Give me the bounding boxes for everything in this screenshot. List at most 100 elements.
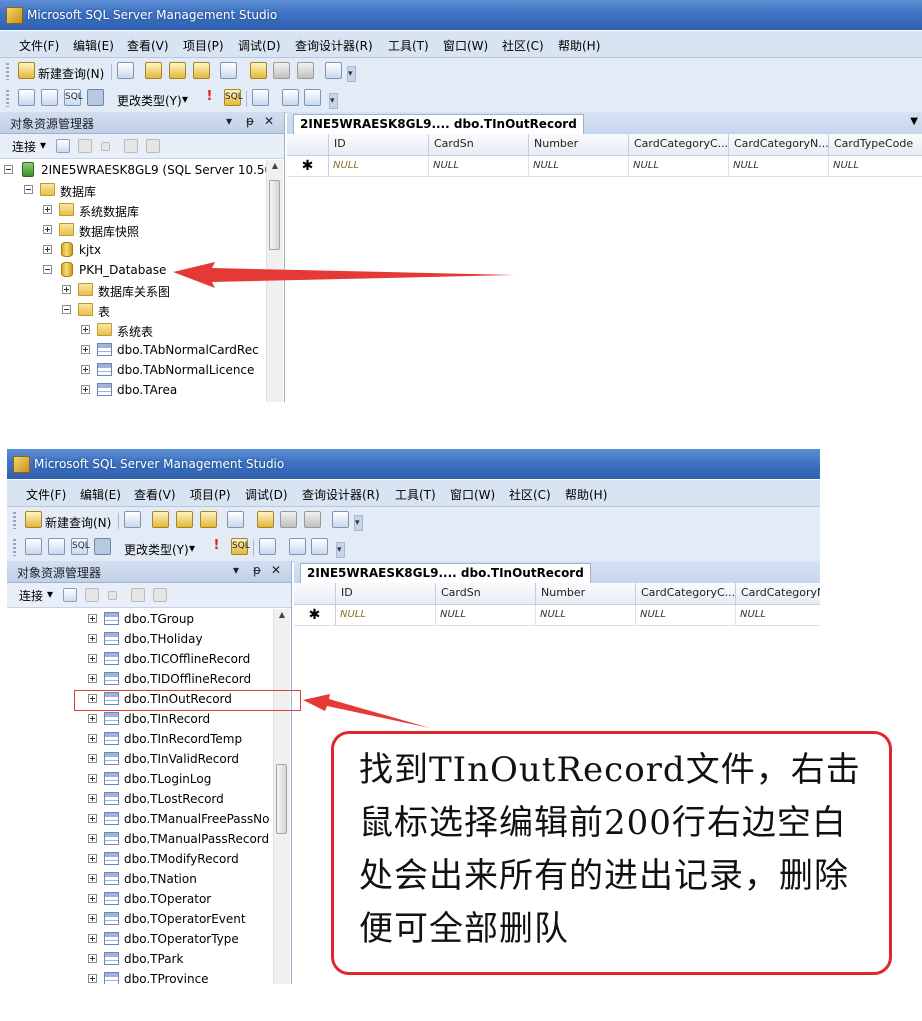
- expand-toggle[interactable]: [88, 914, 97, 923]
- scroll-up-arrow-icon[interactable]: ▲: [267, 161, 283, 170]
- tree-node-table[interactable]: dbo.TNation: [7, 869, 273, 889]
- activity-monitor-icon[interactable]: [325, 62, 342, 79]
- tree-node-table[interactable]: dbo.TManualFreePassNo: [7, 809, 273, 829]
- tree-node-kjtx[interactable]: kjtx: [0, 240, 266, 260]
- toolbar-overflow-button[interactable]: [354, 515, 363, 531]
- verify-sql-icon[interactable]: SQL: [231, 538, 250, 555]
- connect-dropdown-arrow[interactable]: ▾: [40, 138, 46, 152]
- tab-tinoutrecord[interactable]: 2INE5WRAESK8GL9.... dbo.TInOutRecord: [293, 114, 584, 135]
- expand-toggle[interactable]: [81, 385, 90, 394]
- scroll-up-arrow-icon[interactable]: ▲: [274, 610, 290, 619]
- toolbar-overflow-button[interactable]: [347, 66, 356, 82]
- expand-toggle[interactable]: [88, 894, 97, 903]
- new-query-button[interactable]: 新建查询(N): [38, 65, 104, 82]
- collapse-toggle[interactable]: [43, 265, 52, 274]
- show-sql-pane-icon[interactable]: SQL: [71, 538, 90, 555]
- menu-query-designer[interactable]: 查询设计器(R): [295, 37, 373, 54]
- disconnect-icon[interactable]: [78, 139, 92, 153]
- scrollbar-thumb[interactable]: [276, 764, 287, 834]
- connect-object-explorer-icon[interactable]: [56, 139, 70, 153]
- refresh-icon[interactable]: [153, 588, 167, 602]
- column-header-id[interactable]: ID: [329, 134, 429, 155]
- tab-tinoutrecord[interactable]: 2INE5WRAESK8GL9.... dbo.TInOutRecord: [300, 563, 591, 584]
- menu-debug[interactable]: 调试(D): [238, 37, 281, 54]
- tree-node-database-snapshots[interactable]: 数据库快照: [0, 220, 266, 240]
- tree-node-table[interactable]: dbo.TGroup: [7, 609, 273, 629]
- stop-icon[interactable]: [101, 142, 110, 151]
- tree-node-tables[interactable]: 表: [0, 300, 266, 320]
- open-file-icon[interactable]: [257, 511, 274, 528]
- column-header-cardcategoryn[interactable]: CardCategoryN...: [729, 134, 829, 155]
- connect-object-explorer-icon[interactable]: [63, 588, 77, 602]
- tree-node-table[interactable]: dbo.TICOfflineRecord: [7, 649, 273, 669]
- column-header-cardcategoryc[interactable]: CardCategoryC...: [636, 583, 736, 604]
- expand-toggle[interactable]: [88, 674, 97, 683]
- expand-toggle[interactable]: [81, 345, 90, 354]
- analysis-query-icon[interactable]: [152, 511, 169, 528]
- menu-tools[interactable]: 工具(T): [395, 486, 436, 503]
- activity-monitor-icon[interactable]: [332, 511, 349, 528]
- add-table-icon[interactable]: [282, 89, 299, 106]
- menu-community[interactable]: 社区(C): [502, 37, 544, 54]
- null-cell[interactable]: NULL: [436, 605, 536, 625]
- group-by-icon[interactable]: [259, 538, 276, 555]
- tab-list-dropdown-icon[interactable]: ▼: [910, 116, 918, 127]
- execute-icon[interactable]: !: [201, 89, 218, 106]
- menu-query-designer[interactable]: 查询设计器(R): [302, 486, 380, 503]
- pane-dropdown-icon[interactable]: ▾: [226, 114, 232, 128]
- expand-toggle[interactable]: [81, 365, 90, 374]
- menu-project[interactable]: 项目(P): [190, 486, 231, 503]
- analysis-query-icon[interactable]: [145, 62, 162, 79]
- expand-toggle[interactable]: [43, 245, 52, 254]
- tree-node-table[interactable]: dbo.TOperatorEvent: [7, 909, 273, 929]
- toolbar-grip[interactable]: [6, 90, 9, 107]
- print-icon[interactable]: [297, 62, 314, 79]
- menu-view[interactable]: 查看(V): [134, 486, 176, 503]
- tree-node-table[interactable]: dbo.TModifyRecord: [7, 849, 273, 869]
- xmla-query-icon[interactable]: [193, 62, 210, 79]
- menu-project[interactable]: 项目(P): [183, 37, 224, 54]
- add-new-derived-table-icon[interactable]: [311, 538, 328, 555]
- column-header-cardsn[interactable]: CardSn: [436, 583, 536, 604]
- tree-node-table[interactable]: dbo.TLostRecord: [7, 789, 273, 809]
- tree-node-table[interactable]: dbo.TProvince: [7, 969, 273, 984]
- show-criteria-pane-icon[interactable]: [48, 538, 65, 555]
- change-type-dropdown-arrow[interactable]: ▾: [182, 92, 188, 106]
- column-header-cardsn[interactable]: CardSn: [429, 134, 529, 155]
- expand-toggle[interactable]: [88, 934, 97, 943]
- verify-sql-icon[interactable]: SQL: [224, 89, 243, 106]
- menu-file[interactable]: 文件(F): [19, 37, 59, 54]
- menu-help[interactable]: 帮助(H): [558, 37, 600, 54]
- scrollbar-thumb[interactable]: [269, 180, 280, 250]
- null-cell[interactable]: NULL: [736, 605, 820, 625]
- null-cell[interactable]: NULL: [629, 156, 729, 176]
- column-header-id[interactable]: ID: [336, 583, 436, 604]
- new-query-icon[interactable]: [25, 511, 42, 528]
- tree-node-system-tables[interactable]: 系统表: [0, 320, 266, 340]
- new-query-button[interactable]: 新建查询(N): [45, 514, 111, 531]
- column-header-number[interactable]: Number: [536, 583, 636, 604]
- tree-node-database-diagrams[interactable]: 数据库关系图: [0, 280, 266, 300]
- menu-tools[interactable]: 工具(T): [388, 37, 429, 54]
- show-criteria-pane-icon[interactable]: [41, 89, 58, 106]
- stop-icon[interactable]: [108, 591, 117, 600]
- tree-node-table[interactable]: dbo.TManualPassRecord: [7, 829, 273, 849]
- pin-icon[interactable]: ᵽ: [246, 114, 254, 128]
- expand-toggle[interactable]: [62, 285, 71, 294]
- xmla-query-icon[interactable]: [200, 511, 217, 528]
- refresh-icon[interactable]: [146, 139, 160, 153]
- expand-toggle[interactable]: [88, 854, 97, 863]
- show-results-pane-icon[interactable]: [87, 89, 104, 106]
- tree-node-table[interactable]: dbo.TAbNormalLicence: [0, 360, 266, 380]
- explorer-vertical-scrollbar[interactable]: ▲: [266, 160, 283, 402]
- expand-toggle[interactable]: [88, 814, 97, 823]
- pane-dropdown-icon[interactable]: ▾: [233, 563, 239, 577]
- tree-node-table[interactable]: dbo.THoliday: [7, 629, 273, 649]
- column-header-cardcategoryn[interactable]: CardCategoryN...: [736, 583, 820, 604]
- show-diagram-pane-icon[interactable]: [18, 89, 35, 106]
- expand-toggle[interactable]: [88, 954, 97, 963]
- add-new-derived-table-icon[interactable]: [304, 89, 321, 106]
- change-type-dropdown-arrow[interactable]: ▾: [189, 541, 195, 555]
- toolbar-overflow-button[interactable]: [336, 542, 345, 558]
- expand-toggle[interactable]: [88, 874, 97, 883]
